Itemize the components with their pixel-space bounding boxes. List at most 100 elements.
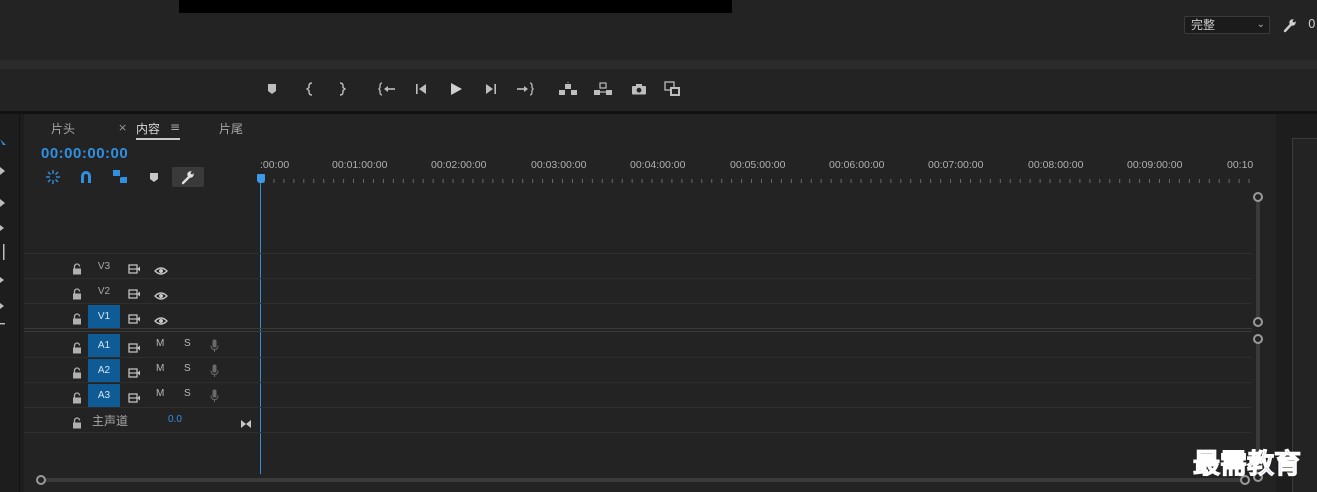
text-tool-icon[interactable] — [0, 318, 8, 332]
panel-menu-icon[interactable]: ≡ — [170, 120, 180, 134]
video-scroll-thumb[interactable] — [1256, 196, 1260, 318]
video-audio-divider[interactable] — [24, 328, 1252, 332]
track-row-a3[interactable]: A3 M S — [24, 383, 1252, 408]
track-header: 主声道 0.0 — [24, 408, 260, 433]
vertical-scrollbar[interactable] — [1253, 192, 1263, 482]
add-marker-icon[interactable] — [262, 79, 282, 99]
playhead-timecode[interactable]: 00:00:00:00 — [41, 145, 128, 162]
video-preview[interactable] — [179, 0, 732, 13]
track-target-v3[interactable]: V3 — [88, 255, 120, 278]
microphone-icon[interactable] — [210, 363, 219, 377]
selection-tool-icon[interactable] — [0, 134, 8, 148]
horizontal-scroll-thumb[interactable] — [42, 478, 1246, 482]
linked-selection-icon[interactable] — [110, 168, 130, 186]
playhead-handle[interactable] — [257, 174, 265, 183]
step-back-icon[interactable] — [411, 79, 431, 99]
lock-icon[interactable] — [72, 414, 82, 429]
track-target-v2[interactable]: V2 — [88, 280, 120, 303]
playback-resolution-value: 完整 — [1191, 18, 1216, 32]
go-to-end-icon[interactable] — [240, 414, 252, 428]
track-row-master[interactable]: 主声道 0.0 — [24, 408, 1252, 433]
scroll-knob[interactable] — [1253, 317, 1263, 327]
export-frame-camera-icon[interactable] — [629, 79, 649, 99]
monitor-settings-wrench-icon[interactable] — [1282, 16, 1298, 34]
sync-lock-icon[interactable] — [128, 310, 141, 324]
ripple-edit-tool-icon[interactable] — [0, 194, 8, 208]
eye-icon[interactable] — [154, 261, 168, 275]
ruler-label: 00:09:00:00 — [1127, 159, 1183, 171]
lock-icon[interactable] — [72, 364, 82, 379]
track-select-tool-icon[interactable] — [0, 162, 8, 176]
timeline-panel: 片头 × 内容 ≡ 片尾 00:00:00:00 :00:00 00:01:00… — [24, 114, 1276, 492]
track-row-v1[interactable]: V1 — [24, 304, 1252, 329]
tab-sequence-content[interactable]: 内容 — [136, 120, 160, 137]
step-forward-icon[interactable] — [481, 79, 501, 99]
ruler-label: 00:01:00:00 — [332, 159, 388, 171]
comparison-view-icon[interactable] — [663, 79, 683, 99]
timeline-settings-wrench-icon[interactable] — [172, 167, 204, 187]
track-target-v1[interactable]: V1 — [88, 305, 120, 328]
add-marker-icon[interactable] — [144, 168, 164, 186]
monitor-scroll-strip[interactable] — [0, 60, 1317, 69]
sync-lock-icon[interactable] — [128, 260, 141, 274]
eye-icon[interactable] — [154, 311, 168, 325]
track-row-a1[interactable]: A1 M S — [24, 333, 1252, 358]
track-target-a3[interactable]: A3 — [88, 384, 120, 407]
tab-sequence-outro[interactable]: 片尾 — [219, 120, 243, 137]
time-ruler[interactable]: :00:00 00:01:00:00 00:02:00:00 00:03:00:… — [260, 154, 1253, 184]
sync-lock-icon[interactable] — [128, 285, 141, 299]
mute-button[interactable]: M — [156, 338, 164, 349]
microphone-icon[interactable] — [210, 338, 219, 352]
track-header: A3 M S — [24, 383, 260, 408]
lock-icon[interactable] — [72, 310, 82, 325]
program-monitor: 完整 ⌄ 0 — [0, 0, 1317, 60]
mute-button[interactable]: M — [156, 388, 164, 399]
horizontal-scrollbar[interactable] — [36, 475, 1252, 485]
track-row-a2[interactable]: A2 M S — [24, 358, 1252, 383]
tab-sequence-intro[interactable]: 片头 — [51, 120, 75, 137]
go-to-out-icon[interactable] — [515, 79, 535, 99]
track-target-a2[interactable]: A2 — [88, 359, 120, 382]
solo-button[interactable]: S — [184, 338, 191, 349]
microphone-icon[interactable] — [210, 388, 219, 402]
transport-controls — [0, 69, 1317, 111]
monitor-overflow-text: 0 — [1308, 17, 1316, 31]
track-target-a1[interactable]: A1 — [88, 334, 120, 357]
eye-icon[interactable] — [154, 286, 168, 300]
watermark-text: 最需教育 — [1193, 449, 1302, 481]
lock-icon[interactable] — [72, 389, 82, 404]
scroll-knob[interactable] — [1253, 334, 1263, 344]
mark-out-icon[interactable] — [332, 79, 352, 99]
master-volume-value[interactable]: 0.0 — [168, 414, 182, 425]
track-header: V2 — [24, 279, 260, 304]
sync-lock-icon[interactable] — [128, 339, 141, 353]
solo-button[interactable]: S — [184, 363, 191, 374]
pen-tool-icon[interactable] — [0, 272, 8, 286]
playback-resolution-select[interactable]: 完整 ⌄ — [1184, 16, 1270, 34]
mark-in-icon[interactable] — [300, 79, 320, 99]
sync-lock-icon[interactable] — [128, 364, 141, 378]
solo-button[interactable]: S — [184, 388, 191, 399]
razor-tool-icon[interactable] — [0, 220, 8, 234]
scroll-knob[interactable] — [36, 475, 46, 485]
snap-magnet-icon[interactable] — [76, 168, 96, 186]
lock-icon[interactable] — [72, 285, 82, 300]
lock-icon[interactable] — [72, 339, 82, 354]
lift-icon[interactable] — [558, 79, 578, 99]
track-row-v3[interactable]: V3 — [24, 254, 1252, 279]
track-header: V3 — [24, 254, 260, 279]
slip-tool-icon[interactable] — [0, 244, 8, 260]
track-header: A1 M S — [24, 333, 260, 358]
track-row-v2[interactable]: V2 — [24, 279, 1252, 304]
mute-button[interactable]: M — [156, 363, 164, 374]
lock-icon[interactable] — [72, 260, 82, 275]
close-icon[interactable]: × — [118, 121, 127, 134]
scroll-knob[interactable] — [1253, 192, 1263, 202]
extract-icon[interactable] — [593, 79, 613, 99]
hand-tool-icon[interactable] — [0, 298, 8, 312]
go-to-in-icon[interactable] — [377, 79, 397, 99]
play-icon[interactable] — [446, 79, 466, 99]
sync-lock-icon[interactable] — [128, 389, 141, 403]
nest-sequence-icon[interactable] — [43, 168, 63, 186]
ruler-label: :00:00 — [260, 159, 290, 171]
